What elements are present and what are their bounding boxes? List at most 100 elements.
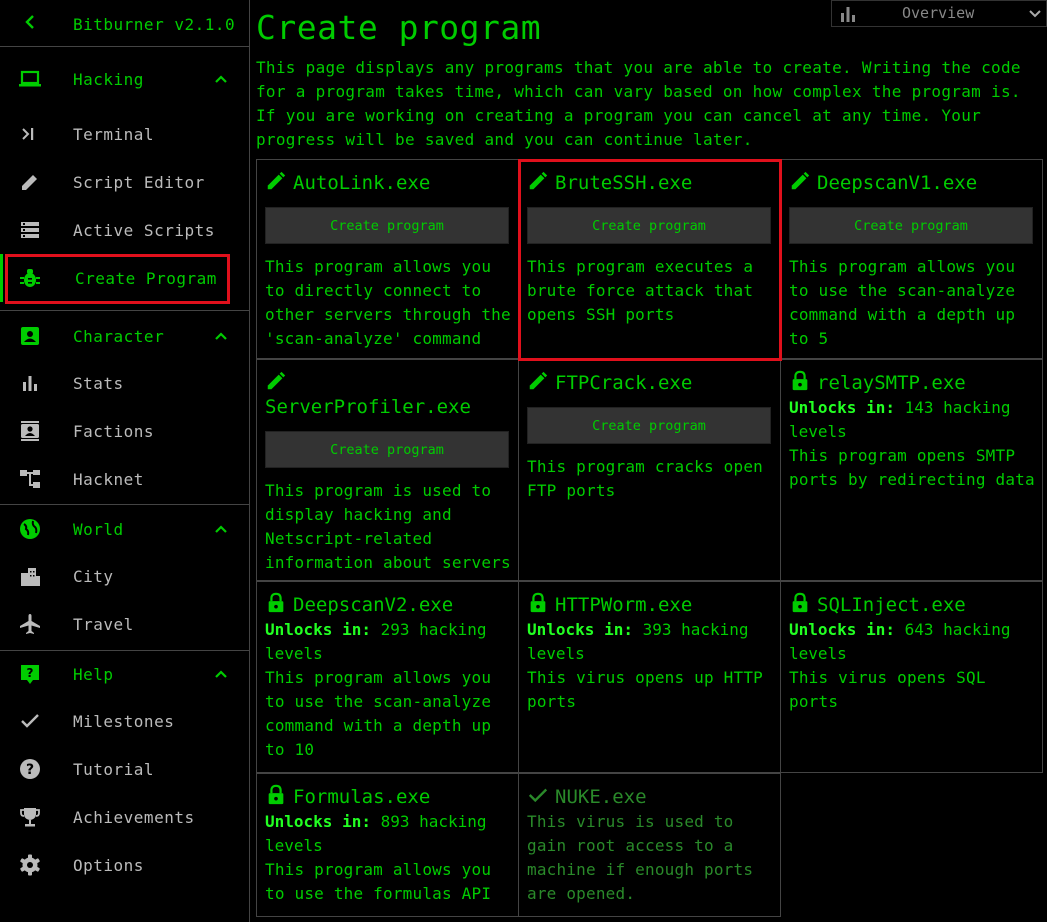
trophy-icon — [18, 805, 42, 829]
unlock-requirement: Unlocks in: 893 hacking levels — [265, 812, 487, 855]
sidebar-category-character[interactable]: Character — [0, 312, 249, 360]
active-indicator — [0, 254, 3, 302]
chevron-down-icon[interactable] — [1026, 4, 1044, 22]
program-card: ServerProfiler.exe Create program This pro… — [256, 359, 519, 581]
contacts-icon — [18, 419, 42, 443]
sidebar-item-milestones[interactable]: Milestones — [0, 697, 249, 745]
program-description: This virus is used to gain root access t… — [527, 812, 754, 903]
svg-text:?: ? — [26, 762, 34, 778]
program-name: DeepscanV2.exe — [265, 592, 514, 617]
storage-icon — [18, 218, 42, 242]
chevron-up-icon[interactable] — [211, 519, 231, 539]
sidebar-item-create-program[interactable]: Create Program — [0, 254, 249, 302]
sidebar-category-world[interactable]: World — [0, 505, 249, 553]
program-description: This program is used to display hacking … — [265, 481, 511, 572]
pencil-icon — [791, 171, 810, 190]
program-card: relaySMTP.exe Unlocks in: 143 hacking lev… — [780, 359, 1043, 581]
program-card: Formulas.exe Unlocks in: 893 hacking leve… — [256, 773, 519, 917]
program-name: ServerProfiler.exe — [265, 370, 514, 419]
sidebar-item-active-scripts[interactable]: Active Scripts — [0, 206, 249, 254]
airplane-icon — [18, 612, 42, 636]
program-name: SQLInject.exe — [789, 592, 1038, 617]
program-card: DeepscanV2.exe Unlocks in: 293 hacking le… — [256, 581, 519, 773]
checkmark-icon — [18, 709, 42, 733]
program-description: This program allows you to use the scan-… — [265, 668, 492, 759]
create-program-button[interactable]: Create program — [265, 207, 509, 244]
program-name: AutoLink.exe — [265, 170, 514, 195]
overview-toggle[interactable]: Overview — [831, 0, 1047, 27]
help-circle-icon: ? — [18, 757, 42, 781]
sidebar-header: Bitburner v2.1.0 — [0, 0, 249, 48]
program-description: This program opens SMTP ports by redirec… — [789, 446, 1035, 489]
unlock-requirement: Unlocks in: 643 hacking levels — [789, 620, 1011, 663]
create-program-button[interactable]: Create program — [265, 431, 509, 468]
sidebar-item-travel[interactable]: Travel — [0, 600, 249, 648]
lock-icon — [792, 592, 808, 613]
program-description: This program allows you to use the scan-… — [789, 257, 1016, 348]
chevron-up-icon[interactable] — [211, 69, 231, 89]
pencil-icon — [267, 371, 286, 390]
lock-icon — [268, 592, 284, 613]
app-title: Bitburner v2.1.0 — [73, 14, 236, 34]
globe-icon — [18, 517, 42, 541]
checkmark-icon — [528, 788, 548, 803]
lock-icon — [268, 784, 284, 805]
bar-chart-icon — [18, 371, 42, 395]
create-program-button[interactable]: Create program — [789, 207, 1033, 244]
unlock-requirement: Unlocks in: 293 hacking levels — [265, 620, 487, 663]
sidebar-item-city[interactable]: City — [0, 552, 249, 600]
chevron-left-icon[interactable] — [18, 10, 42, 34]
sidebar-item-factions[interactable]: Factions — [0, 407, 249, 455]
program-card: DeepscanV1.exe Create program This program… — [780, 159, 1043, 359]
chevron-up-icon[interactable] — [211, 326, 231, 346]
gear-icon — [18, 853, 42, 877]
pencil-icon — [529, 171, 548, 190]
pencil-icon — [529, 371, 548, 390]
create-program-button[interactable]: Create program — [527, 207, 771, 244]
unlock-requirement: Unlocks in: 143 hacking levels — [789, 398, 1011, 441]
program-description: This program allows you to use the formu… — [265, 860, 492, 903]
page-title: Create program — [256, 8, 542, 47]
program-card: NUKE.exe This virus is used to gain root … — [518, 773, 781, 917]
program-description: This program executes a brute force atta… — [527, 257, 754, 324]
sidebar: Bitburner v2.1.0 Hacking Terminal Script… — [0, 0, 250, 922]
city-icon — [18, 564, 42, 588]
pencil-icon — [18, 170, 42, 194]
sidebar-item-stats[interactable]: Stats — [0, 359, 249, 407]
sidebar-category-hacking[interactable]: Hacking — [0, 55, 249, 103]
program-name: BruteSSH.exe — [527, 170, 776, 195]
sidebar-item-hacknet[interactable]: Hacknet — [0, 455, 249, 503]
bar-chart-icon — [841, 7, 855, 22]
program-name: HTTPWorm.exe — [527, 592, 776, 617]
chevron-up-icon[interactable] — [211, 664, 231, 684]
bug-icon — [18, 266, 42, 290]
svg-text:?: ? — [27, 666, 34, 680]
sidebar-item-tutorial[interactable]: ? Tutorial — [0, 745, 249, 793]
lock-icon — [530, 592, 546, 613]
program-card: FTPCrack.exe Create program This program c… — [518, 359, 781, 581]
sidebar-item-achievements[interactable]: Achievements — [0, 793, 249, 841]
program-description: This program allows you to directly conn… — [265, 257, 511, 348]
program-name: FTPCrack.exe — [527, 370, 776, 395]
program-name: DeepscanV1.exe — [789, 170, 1038, 195]
sidebar-item-options[interactable]: Options — [0, 841, 249, 889]
contact-card-icon — [18, 324, 42, 348]
terminal-icon — [18, 122, 42, 146]
sidebar-item-terminal[interactable]: Terminal — [0, 110, 249, 158]
laptop-icon — [18, 67, 42, 91]
program-name: relaySMTP.exe — [789, 370, 1038, 395]
program-name: Formulas.exe — [265, 784, 514, 809]
sidebar-item-script-editor[interactable]: Script Editor — [0, 158, 249, 206]
unlock-requirement: Unlocks in: 393 hacking levels — [527, 620, 749, 663]
program-card: SQLInject.exe Unlocks in: 643 hacking lev… — [780, 581, 1043, 773]
create-program-button[interactable]: Create program — [527, 407, 771, 444]
program-name: NUKE.exe — [527, 784, 776, 809]
program-description: This virus opens SQL ports — [789, 668, 986, 711]
program-card: AutoLink.exe Create program This program a… — [256, 159, 519, 359]
account-tree-icon — [18, 467, 42, 491]
sidebar-category-help[interactable]: ? Help — [0, 650, 249, 698]
live-help-icon: ? — [18, 662, 42, 686]
program-description: This program cracks open FTP ports — [527, 457, 763, 500]
program-description: This virus opens up HTTP ports — [527, 668, 763, 711]
page-description: This page displays any programs that you… — [256, 58, 1021, 149]
